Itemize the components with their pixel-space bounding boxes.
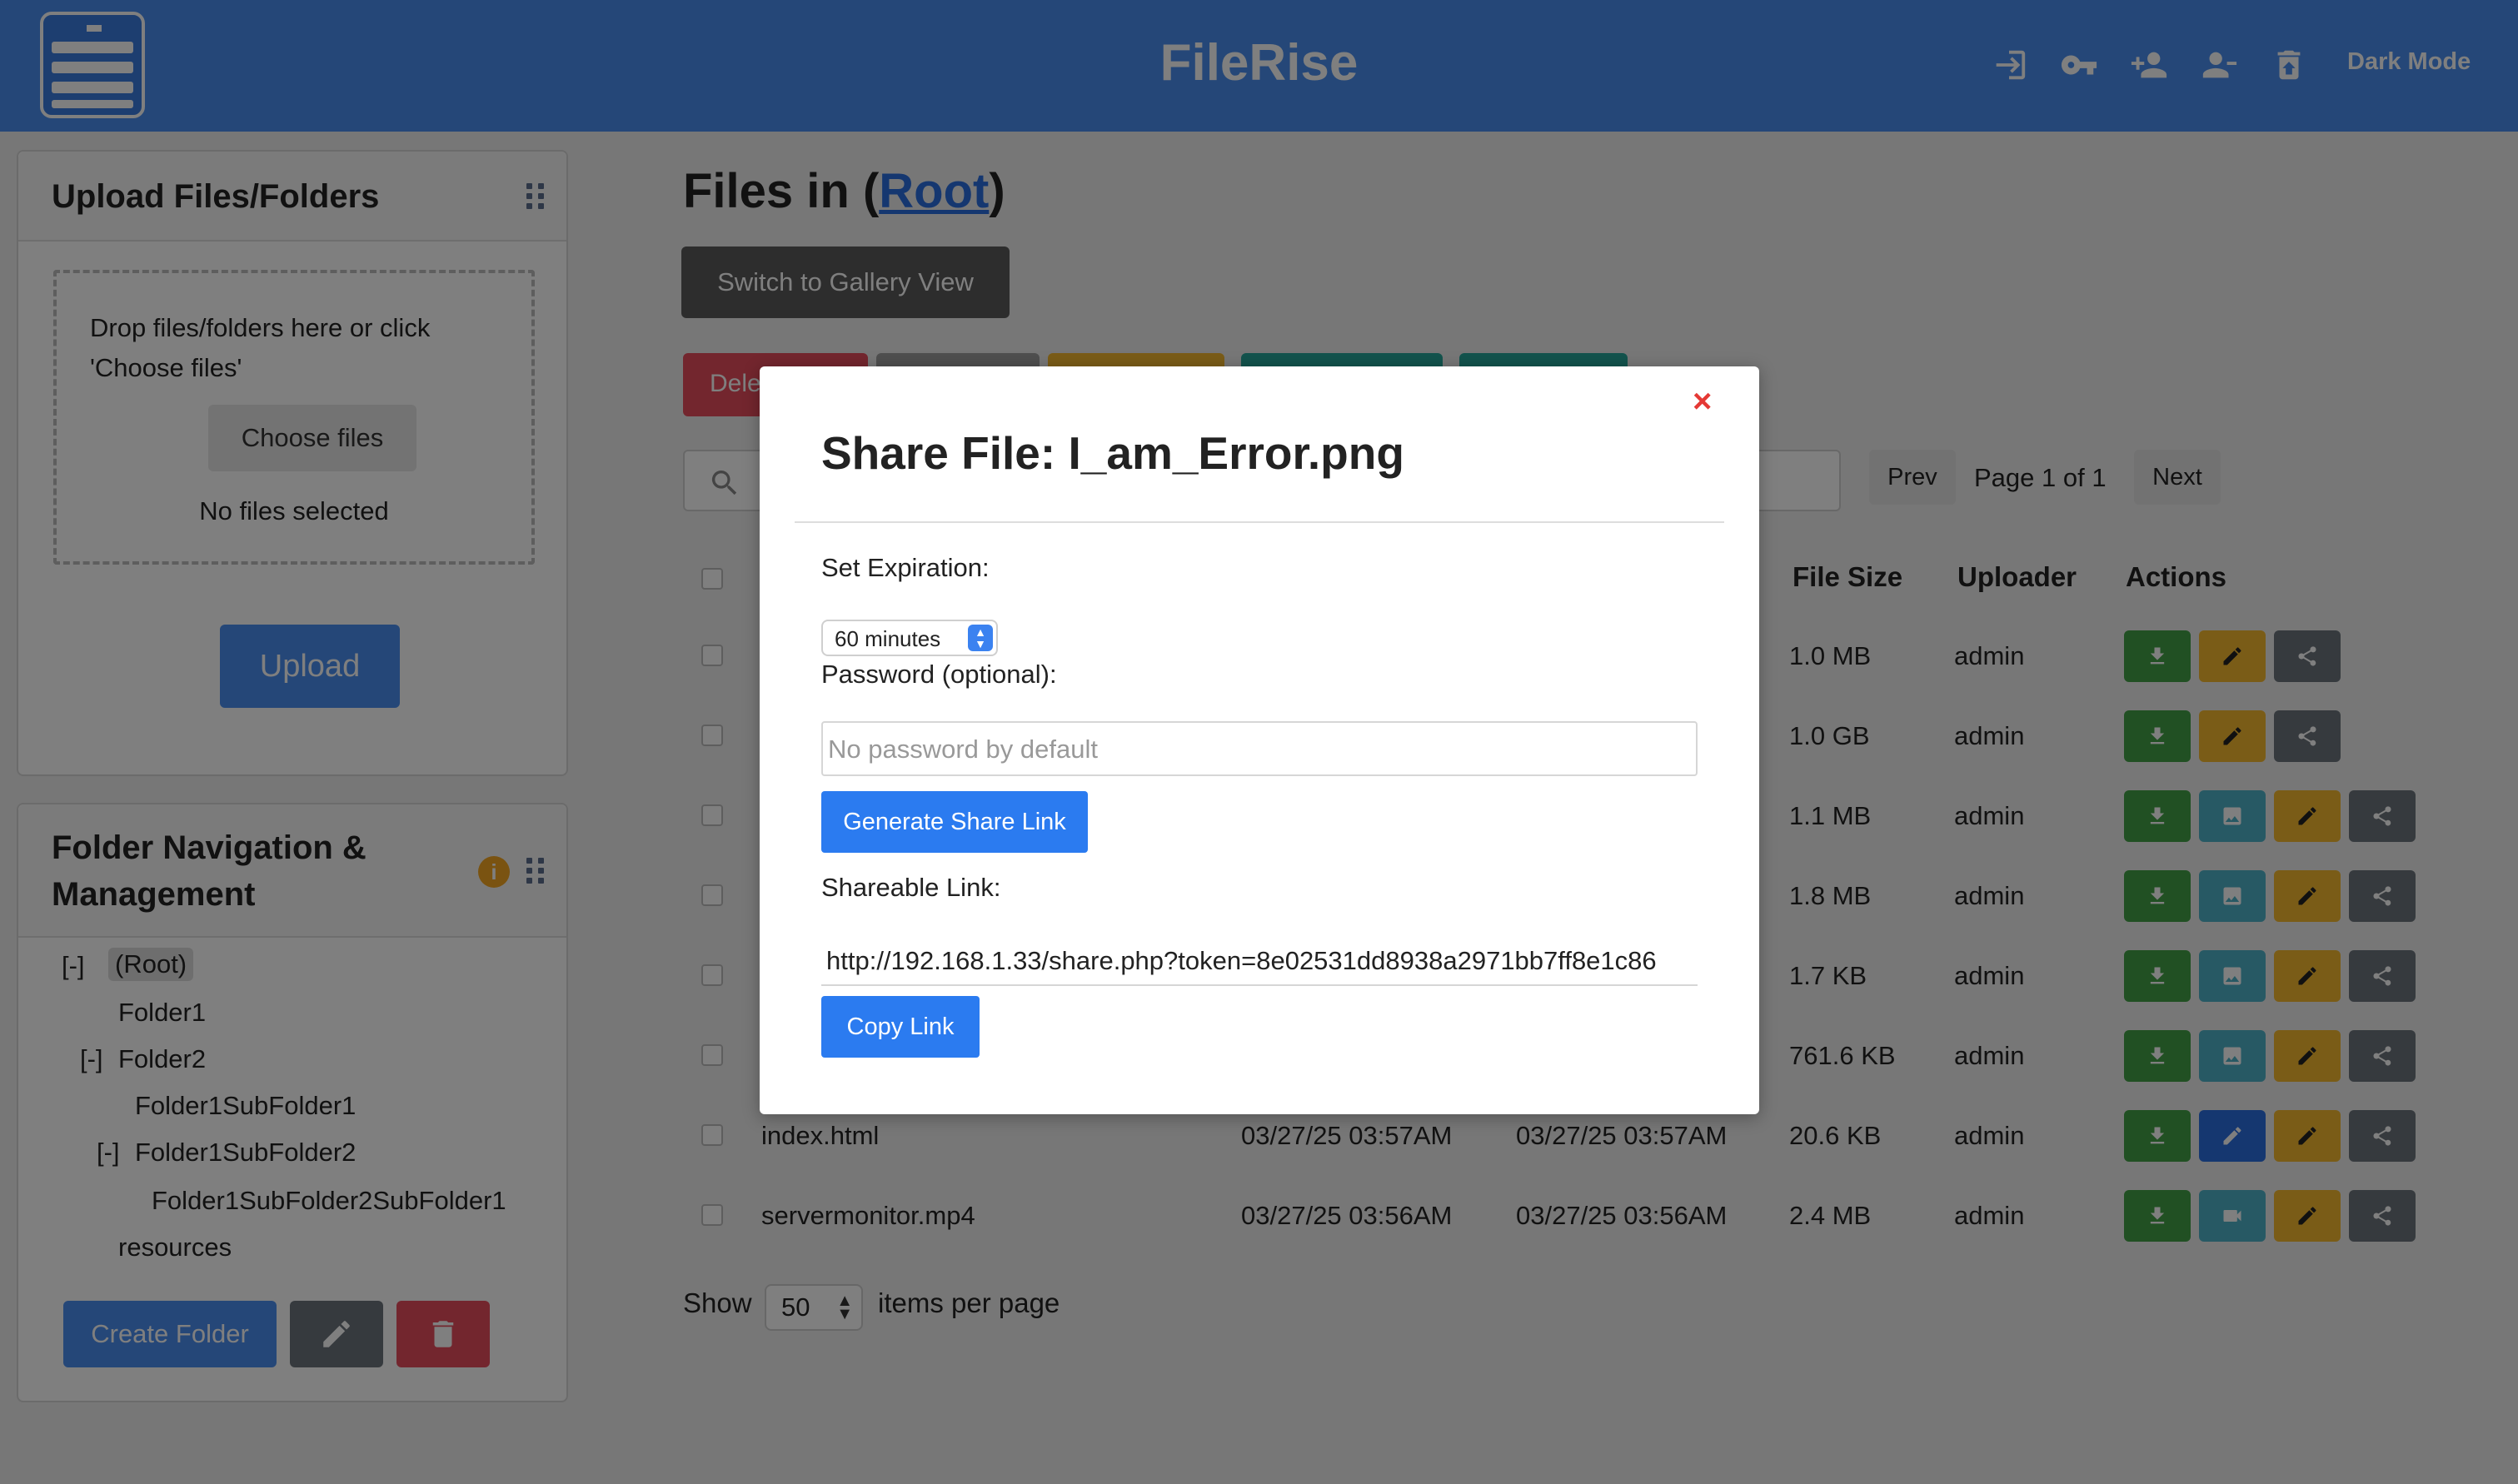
close-icon[interactable]: × bbox=[1693, 383, 1712, 421]
shareable-link-label: Shareable Link: bbox=[821, 873, 1001, 902]
select-arrows-icon: ▲ ▼ bbox=[968, 625, 993, 651]
expiration-label: Set Expiration: bbox=[821, 553, 990, 582]
copy-link-button[interactable]: Copy Link bbox=[821, 996, 980, 1058]
expiration-select[interactable]: 60 minutes ▲ ▼ bbox=[821, 620, 998, 656]
divider bbox=[795, 521, 1724, 523]
share-modal-title: Share File: I_am_Error.png bbox=[821, 427, 1404, 479]
password-input[interactable]: No password by default bbox=[821, 721, 1698, 776]
generate-share-link-button[interactable]: Generate Share Link bbox=[821, 791, 1088, 853]
shareable-link-field[interactable]: http://192.168.1.33/share.php?token=8e02… bbox=[821, 938, 1698, 986]
share-modal: × Share File: I_am_Error.png Set Expirat… bbox=[760, 366, 1759, 1114]
password-label: Password (optional): bbox=[821, 660, 1057, 689]
